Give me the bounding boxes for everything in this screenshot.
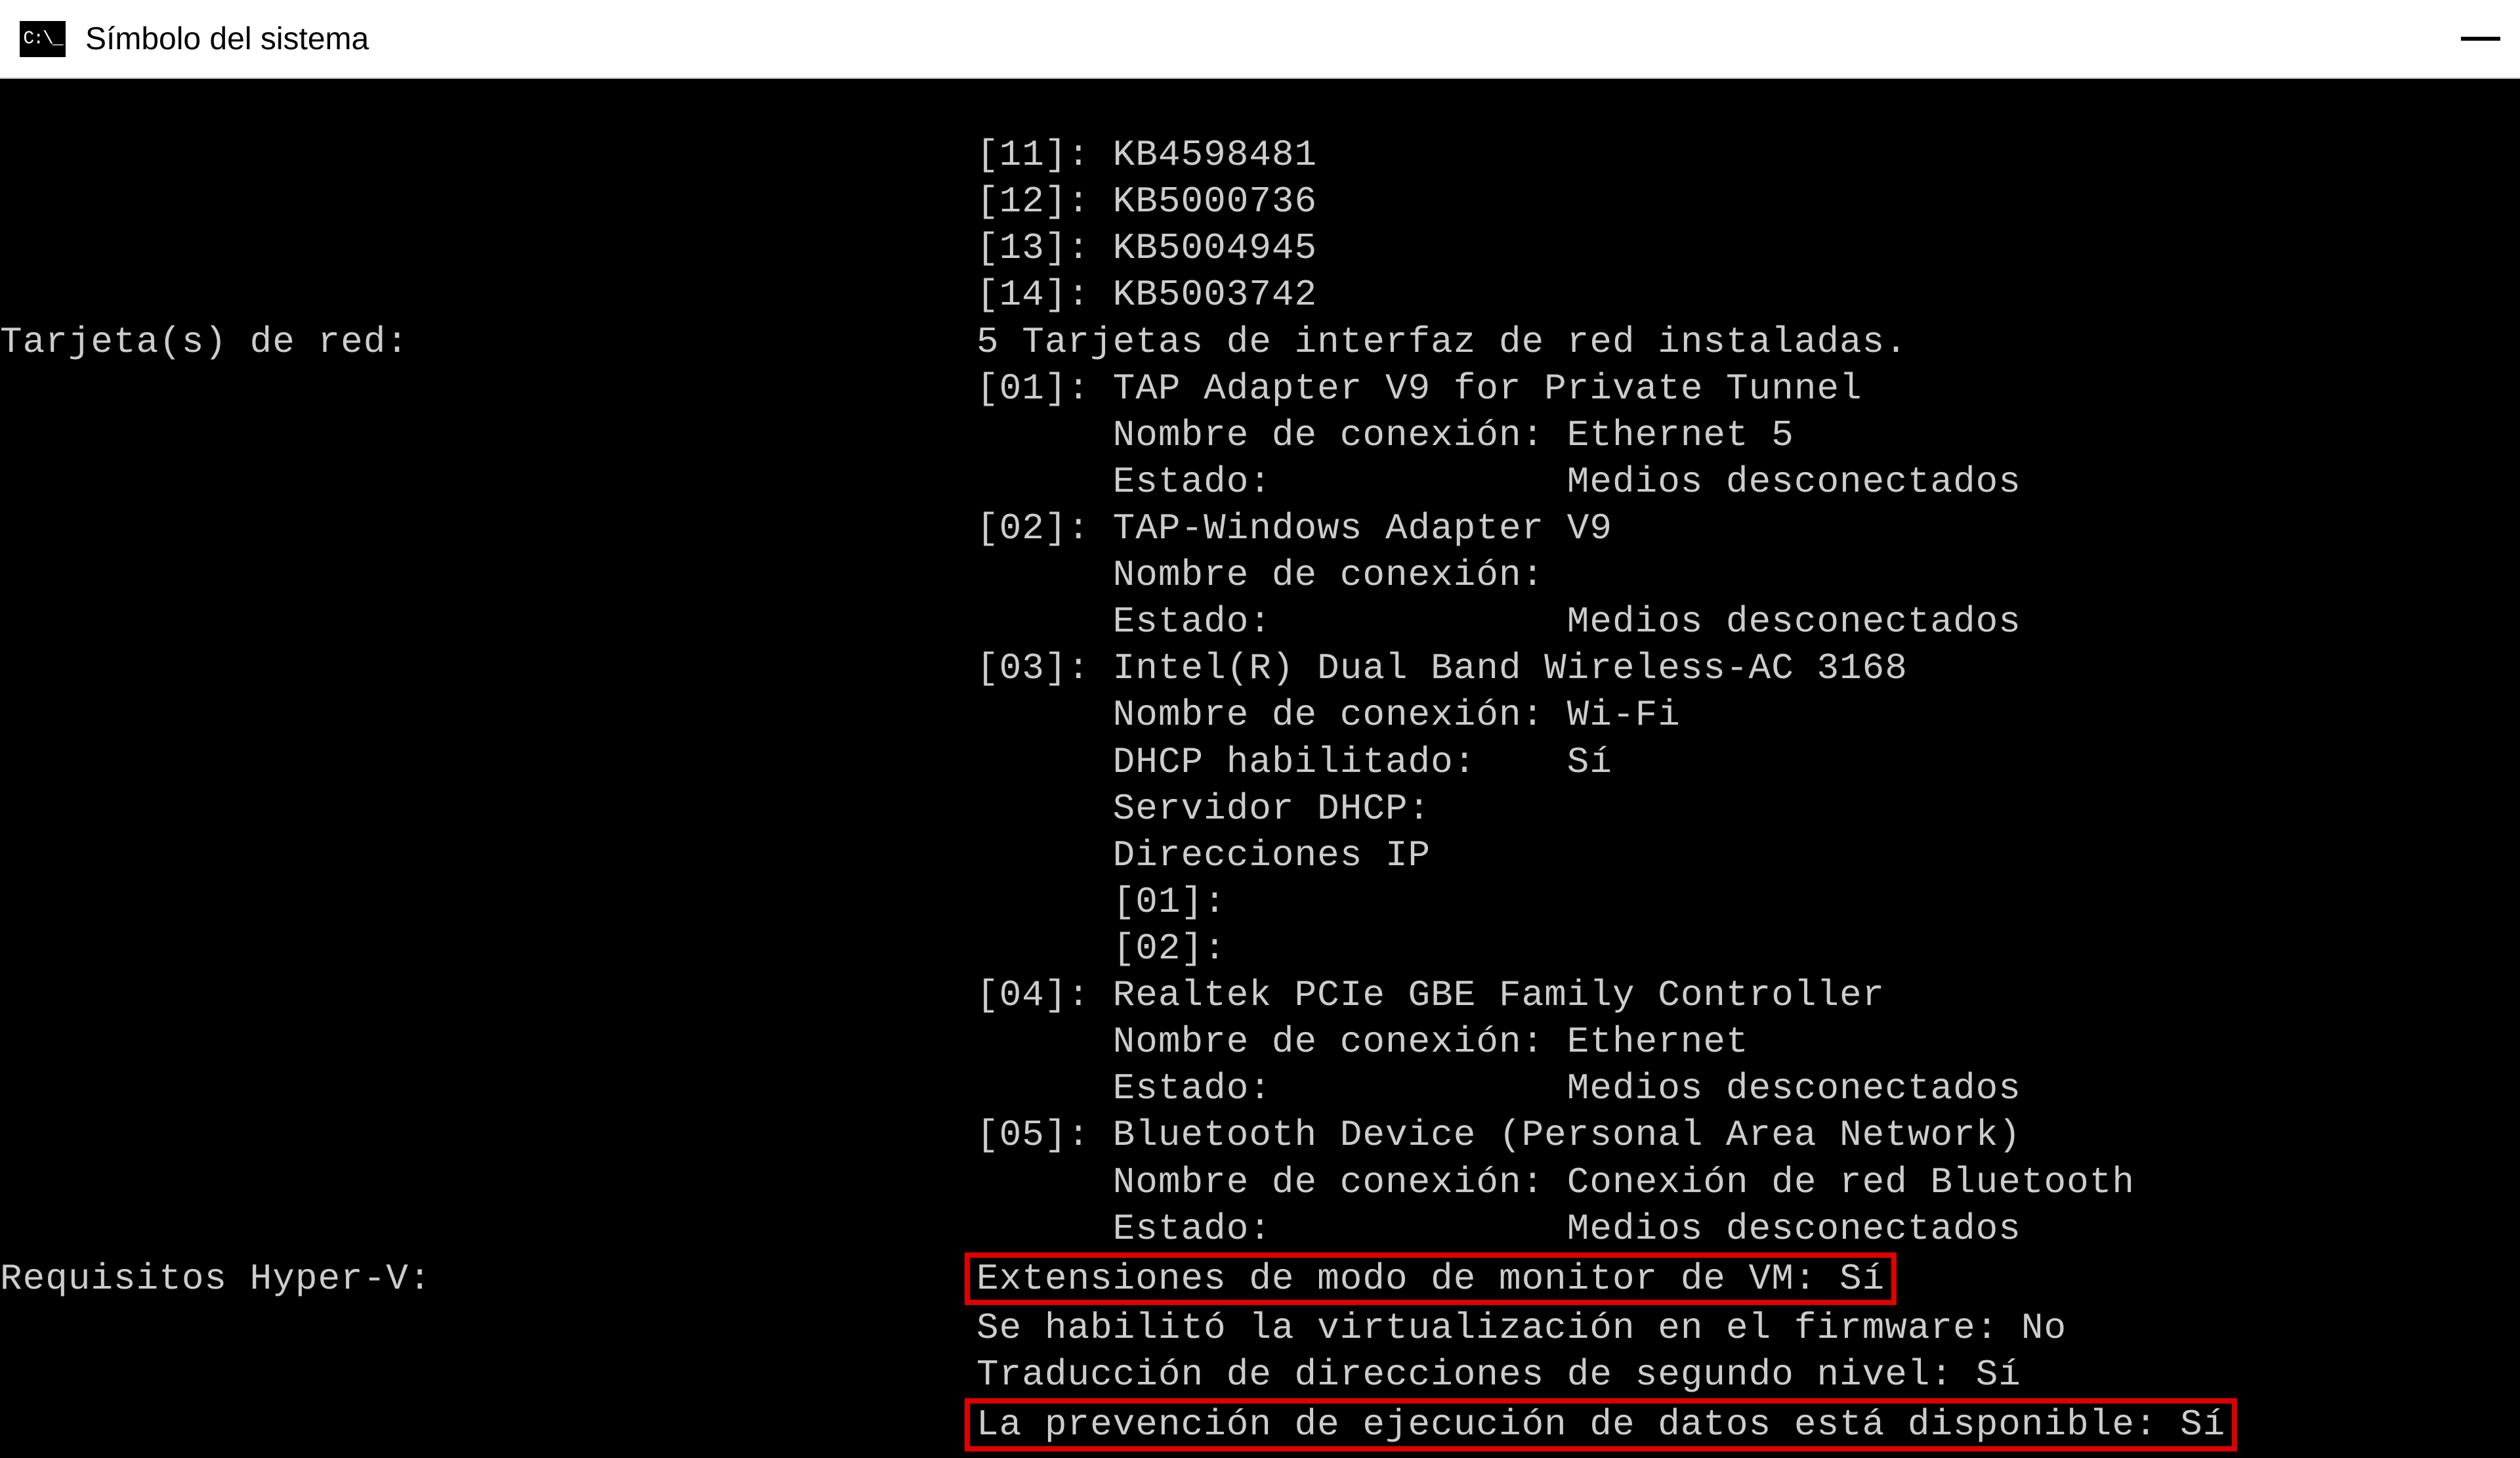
adapter-03-ipaddr: Direcciones IP [0,834,1431,876]
adapter-01-state: Estado: Medios desconectados [0,461,2021,503]
adapter-03-ip02: [02]: [0,928,1227,970]
adapter-01-connname: Nombre de conexión: Ethernet 5 [0,414,1794,456]
adapter-02-header: [02]: TAP-Windows Adapter V9 [0,507,1612,549]
hotfix-line: [14]: KB5003742 [0,274,1317,316]
adapter-02-state: Estado: Medios desconectados [0,601,2021,643]
adapter-03-ip01: [01]: [0,881,1227,923]
hyperv-label: Requisitos Hyper-V: Extensiones de modo … [0,1258,1897,1300]
adapter-04-state: Estado: Medios desconectados [0,1067,2021,1109]
adapter-05-header: [05]: Bluetooth Device (Personal Area Ne… [0,1114,2021,1156]
hotfix-line: [13]: KB5004945 [0,227,1317,269]
adapter-03-dhcpserver: Servidor DHCP: [0,788,1431,830]
adapter-03-header: [03]: Intel(R) Dual Band Wireless-AC 316… [0,647,1908,689]
hyperv-dep: La prevención de ejecución de datos está… [0,1404,2237,1446]
cmd-icon [20,21,66,57]
adapter-01-header: [01]: TAP Adapter V9 for Private Tunnel [0,368,1862,410]
hyperv-slat: Traducción de direcciones de segundo niv… [0,1354,2021,1396]
adapter-05-connname: Nombre de conexión: Conexión de red Blue… [0,1161,2135,1203]
window-title: Símbolo del sistema [85,21,369,57]
minimize-button[interactable] [2461,37,2500,41]
hyperv-dep-highlight: La prevención de ejecución de datos está… [965,1398,2237,1451]
adapter-02-connname: Nombre de conexión: [0,554,1544,596]
adapter-03-dhcp: DHCP habilitado: Sí [0,741,1612,783]
adapter-04-connname: Nombre de conexión: Ethernet [0,1021,1749,1063]
hotfix-line: [11]: KB4598481 [0,134,1317,176]
terminal-output[interactable]: [11]: KB4598481 [12]: KB5000736 [13]: KB… [0,79,2520,1458]
adapter-05-state: Estado: Medios desconectados [0,1208,2021,1250]
hyperv-ext-highlight: Extensiones de modo de monitor de VM: Sí [965,1253,1897,1305]
adapter-03-connname: Nombre de conexión: Wi-Fi [0,694,1681,736]
hotfix-line: [12]: KB5000736 [0,181,1317,223]
window-titlebar: Símbolo del sistema [0,0,2520,79]
network-label: Tarjeta(s) de red: 5 Tarjetas de interfa… [0,321,1908,363]
hyperv-virt: Se habilitó la virtualización en el firm… [0,1307,2067,1349]
adapter-04-header: [04]: Realtek PCIe GBE Family Controller [0,974,1885,1016]
